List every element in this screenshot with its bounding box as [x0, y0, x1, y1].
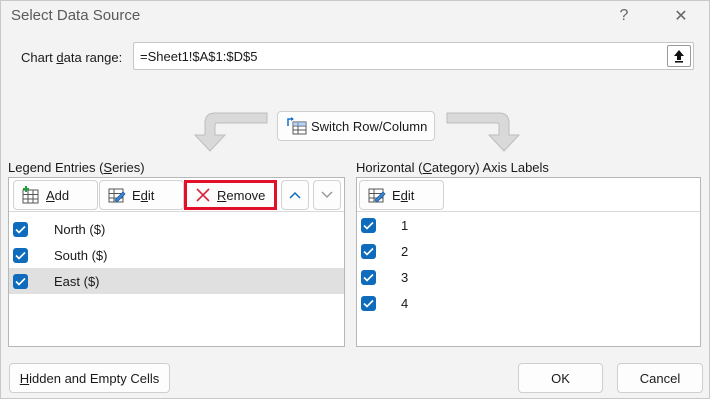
chart-data-range-label: Chart data range:: [21, 50, 123, 65]
chevron-up-icon: [289, 191, 301, 199]
switch-row-column-label: Switch Row/Column: [311, 118, 428, 134]
list-item-label: 2: [401, 243, 409, 259]
list-item-label: North ($): [54, 221, 106, 237]
checkbox[interactable]: [13, 247, 28, 263]
hidden-empty-cells-label: Hidden and Empty Cells: [19, 370, 160, 386]
edit-series-label: Edit: [132, 187, 155, 203]
chart-data-range-input[interactable]: [133, 42, 694, 70]
legend-entries-panel: Add Edit Remove North ($) South ($) East…: [8, 177, 345, 347]
check-icon: [363, 273, 374, 282]
checkbox[interactable]: [13, 273, 28, 289]
axis-labels-label: Horizontal (Category) Axis Labels: [356, 160, 549, 175]
check-icon: [363, 299, 374, 308]
edit-table-icon: [108, 188, 126, 203]
select-data-source-dialog: Select Data Source ? ✕ Chart data range:…: [0, 0, 710, 399]
remove-series-button[interactable]: Remove: [184, 180, 277, 210]
title-bar: Select Data Source ? ✕: [1, 1, 709, 31]
switch-row-column-icon: [287, 117, 307, 135]
list-item-label: East ($): [54, 273, 100, 289]
check-icon: [15, 251, 26, 260]
cancel-button[interactable]: Cancel: [617, 363, 703, 393]
axis-toolbar: Edit: [357, 178, 700, 212]
add-series-button[interactable]: Add: [13, 180, 98, 210]
help-button[interactable]: ?: [613, 5, 635, 27]
edit-axis-labels-button[interactable]: Edit: [359, 180, 444, 210]
dialog-title: Select Data Source: [11, 7, 141, 24]
list-item-label: 4: [401, 295, 409, 311]
edit-series-button[interactable]: Edit: [99, 180, 184, 210]
checkbox[interactable]: [361, 217, 376, 233]
list-item-label: 3: [401, 269, 409, 285]
close-button[interactable]: ✕: [670, 5, 692, 27]
remove-x-icon: [196, 188, 210, 202]
edit-table-icon: [368, 188, 386, 203]
axis-labels-panel: Edit 1 2 3 4: [356, 177, 701, 347]
checkbox[interactable]: [361, 243, 376, 259]
list-item[interactable]: 3: [357, 264, 700, 290]
check-icon: [363, 247, 374, 256]
check-icon: [15, 225, 26, 234]
collapse-dialog-button[interactable]: [667, 45, 691, 67]
move-down-button[interactable]: [313, 180, 341, 210]
checkbox[interactable]: [361, 269, 376, 285]
check-icon: [363, 221, 374, 230]
switch-row-column-button[interactable]: Switch Row/Column: [277, 111, 435, 141]
cancel-label: Cancel: [639, 370, 681, 386]
list-item[interactable]: North ($): [9, 216, 344, 242]
list-item[interactable]: 1: [357, 212, 700, 238]
list-item[interactable]: 2: [357, 238, 700, 264]
list-item[interactable]: South ($): [9, 242, 344, 268]
checkbox[interactable]: [13, 221, 28, 237]
legend-toolbar: Add Edit Remove: [9, 178, 344, 212]
list-item-label: South ($): [54, 247, 108, 263]
add-series-label: Add: [46, 187, 70, 203]
legend-entries-label: Legend Entries (Series): [8, 160, 145, 175]
checkbox[interactable]: [361, 295, 376, 311]
right-curved-arrow-icon: [446, 112, 521, 152]
chevron-down-icon: [321, 191, 333, 199]
left-curved-arrow-icon: [193, 112, 268, 152]
hidden-empty-cells-button[interactable]: Hidden and Empty Cells: [9, 363, 170, 393]
ok-label: OK: [551, 370, 570, 386]
add-table-icon: [22, 186, 39, 204]
check-icon: [15, 277, 26, 286]
ok-button[interactable]: OK: [518, 363, 603, 393]
list-item[interactable]: 4: [357, 290, 700, 316]
list-item[interactable]: East ($): [9, 268, 344, 294]
edit-axis-labels-label: Edit: [392, 187, 415, 203]
list-item-label: 1: [401, 217, 409, 233]
move-up-button[interactable]: [281, 180, 309, 210]
collapse-arrow-icon: [674, 50, 684, 63]
remove-series-label: Remove: [217, 187, 266, 203]
